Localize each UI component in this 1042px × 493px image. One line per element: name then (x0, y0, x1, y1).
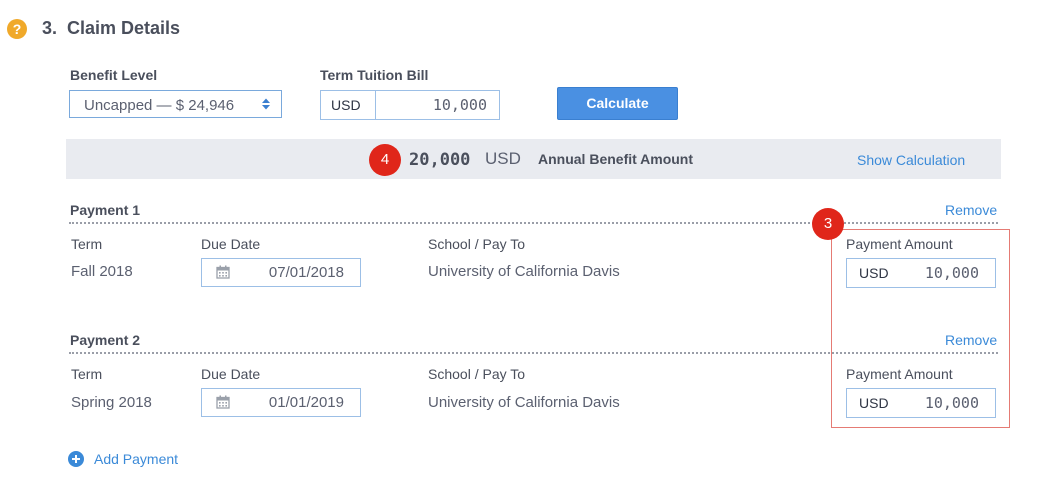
payment-1-due-label: Due Date (201, 236, 261, 252)
payment-2-amount-label: Payment Amount (846, 366, 953, 382)
payment-1-term-value: Fall 2018 (71, 263, 133, 280)
section-title: 3. Claim Details (42, 18, 181, 38)
payment-2-amount-input[interactable]: USD 10,000 (846, 388, 996, 418)
payment-2-due-label: Due Date (201, 366, 261, 382)
benefit-level-label: Benefit Level (70, 67, 158, 83)
payment-1-remove-link[interactable]: Remove (945, 202, 997, 218)
calculate-button[interactable]: Calculate (557, 87, 678, 120)
payment-1-amount-label: Payment Amount (846, 236, 953, 252)
step-badge-3: 3 (812, 208, 844, 240)
show-calculation-link[interactable]: Show Calculation (857, 152, 965, 168)
payment-2-school-label: School / Pay To (428, 366, 526, 382)
payment-1-amount-value: 10,000 (924, 264, 979, 282)
payment-1-term-label: Term (71, 236, 103, 252)
payment-2-amount-value: 10,000 (924, 394, 979, 412)
annual-benefit-label: Annual Benefit Amount (538, 151, 694, 167)
payment-1-divider (69, 222, 998, 224)
tuition-amount: 10,000 (432, 96, 487, 114)
step-badge-4: 4 (369, 144, 401, 176)
calendar-icon (216, 395, 230, 409)
payment-2-school-value: University of California Davis (428, 394, 620, 411)
payment-2-term-value: Spring 2018 (71, 394, 152, 411)
annual-currency: USD (485, 149, 521, 168)
payment-1-school-value: University of California Davis (428, 263, 620, 280)
add-payment-link[interactable]: Add Payment (94, 451, 178, 467)
payment-2-title: Payment 2 (70, 332, 141, 348)
payment-1-school-label: School / Pay To (428, 236, 526, 252)
payment-2-term-label: Term (71, 366, 103, 382)
tuition-currency: USD (331, 97, 361, 113)
add-payment-icon[interactable] (68, 451, 84, 467)
payment-2-remove-link[interactable]: Remove (945, 332, 997, 348)
payment-2-amount-currency: USD (859, 395, 889, 411)
calendar-icon (216, 265, 230, 279)
payment-2-due-date-value: 01/01/2019 (268, 394, 344, 411)
help-icon[interactable]: ? (7, 19, 27, 39)
benefit-level-select[interactable]: Uncapped — $ 24,946 (69, 90, 282, 118)
tuition-label: Term Tuition Bill (320, 67, 429, 83)
payment-1-due-date-value: 07/01/2018 (268, 264, 344, 281)
select-caret-icon (262, 98, 270, 110)
payment-1-title: Payment 1 (70, 202, 141, 218)
payment-1-amount-input[interactable]: USD 10,000 (846, 258, 996, 288)
annual-amount: 20,000 (409, 150, 471, 170)
payment-1-amount-currency: USD (859, 265, 889, 281)
divider (375, 91, 376, 119)
payment-2-due-date-input[interactable]: 01/01/2019 (201, 388, 361, 417)
payment-1-due-date-input[interactable]: 07/01/2018 (201, 258, 361, 287)
benefit-level-value: Uncapped — $ 24,946 (84, 97, 235, 114)
payment-2-divider (69, 352, 998, 354)
tuition-input[interactable]: USD 10,000 (320, 90, 500, 120)
